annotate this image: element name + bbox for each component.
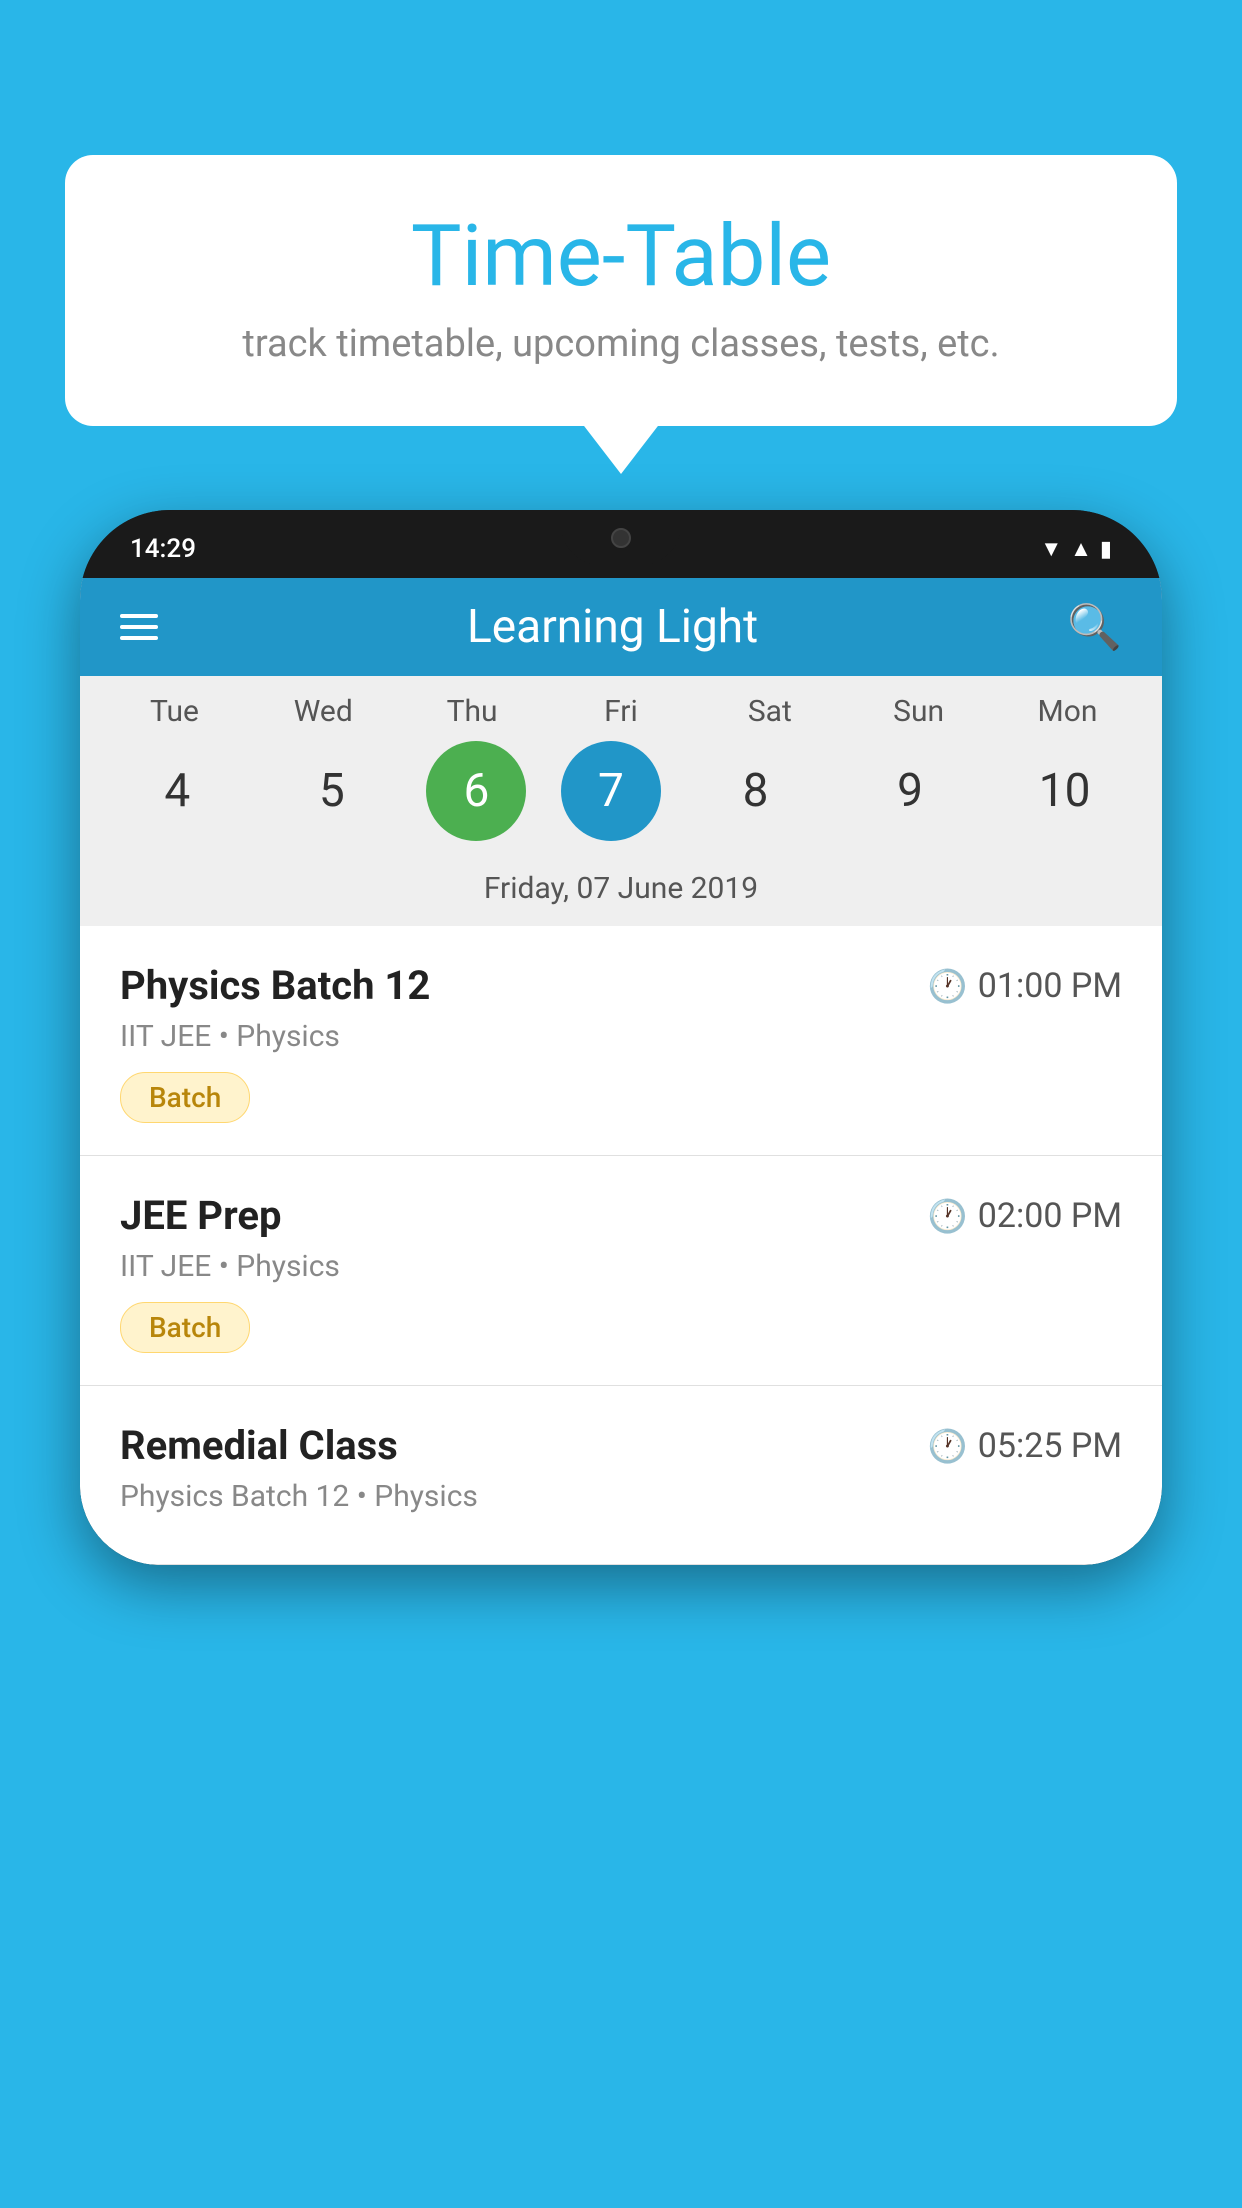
- day-4[interactable]: 4: [117, 741, 237, 841]
- phone-frame: 14:29 ▼ ▲ ▮ Learning Ligh: [80, 510, 1162, 1565]
- app-header: Learning Light 🔍: [80, 578, 1162, 676]
- class-time-value-1: 01:00 PM: [978, 966, 1122, 1006]
- class-time-3: 🕐 05:25 PM: [928, 1426, 1122, 1466]
- batch-badge-1: Batch: [120, 1072, 250, 1123]
- speech-bubble-subtitle: track timetable, upcoming classes, tests…: [125, 322, 1117, 366]
- phone-container: 14:29 ▼ ▲ ▮ Learning Ligh: [80, 510, 1162, 2208]
- class-item-jee-prep[interactable]: JEE Prep 🕐 02:00 PM IIT JEE • Physics Ba…: [80, 1156, 1162, 1386]
- class-item-remedial[interactable]: Remedial Class 🕐 05:25 PM Physics Batch …: [80, 1386, 1162, 1565]
- day-header-mon: Mon: [1007, 694, 1127, 729]
- class-name-2: JEE Prep: [120, 1192, 281, 1239]
- hamburger-line-1: [120, 614, 158, 618]
- class-meta-3: Physics Batch 12 • Physics: [120, 1479, 1122, 1514]
- class-item-header-3: Remedial Class 🕐 05:25 PM: [120, 1422, 1122, 1469]
- speech-bubble-container: Time-Table track timetable, upcoming cla…: [65, 155, 1177, 426]
- day-7-selected[interactable]: 7: [561, 741, 661, 841]
- signal-icon: ▲: [1070, 536, 1092, 562]
- clock-icon-1: 🕐: [928, 967, 968, 1005]
- wifi-icon: ▼: [1040, 536, 1062, 562]
- class-list: Physics Batch 12 🕐 01:00 PM IIT JEE • Ph…: [80, 926, 1162, 1565]
- class-name-1: Physics Batch 12: [120, 962, 430, 1009]
- day-header-tue: Tue: [114, 694, 234, 729]
- day-header-wed: Wed: [263, 694, 383, 729]
- hamburger-line-2: [120, 625, 158, 629]
- class-time-1: 🕐 01:00 PM: [928, 966, 1122, 1006]
- class-item-physics-batch[interactable]: Physics Batch 12 🕐 01:00 PM IIT JEE • Ph…: [80, 926, 1162, 1156]
- day-header-fri: Fri: [561, 694, 681, 729]
- app-title: Learning Light: [467, 600, 758, 654]
- class-meta-1: IIT JEE • Physics: [120, 1019, 1122, 1054]
- class-item-header-1: Physics Batch 12 🕐 01:00 PM: [120, 962, 1122, 1009]
- speech-bubble-title: Time-Table: [125, 210, 1117, 304]
- class-meta-2: IIT JEE • Physics: [120, 1249, 1122, 1284]
- batch-badge-2: Batch: [120, 1302, 250, 1353]
- class-time-value-3: 05:25 PM: [978, 1426, 1122, 1466]
- day-9[interactable]: 9: [850, 741, 970, 841]
- day-8[interactable]: 8: [696, 741, 816, 841]
- class-time-2: 🕐 02:00 PM: [928, 1196, 1122, 1236]
- day-numbers: 4 5 6 7 8 9 10: [80, 729, 1162, 861]
- clock-icon-2: 🕐: [928, 1197, 968, 1235]
- hamburger-line-3: [120, 636, 158, 640]
- notch: [561, 510, 681, 565]
- day-header-thu: Thu: [412, 694, 532, 729]
- day-header-sat: Sat: [710, 694, 830, 729]
- front-camera: [611, 528, 631, 548]
- hamburger-menu-button[interactable]: [120, 614, 158, 640]
- class-item-header-2: JEE Prep 🕐 02:00 PM: [120, 1192, 1122, 1239]
- calendar-strip: Tue Wed Thu Fri Sat Sun Mon 4 5 6 7 8 9 …: [80, 676, 1162, 926]
- day-6-today[interactable]: 6: [426, 741, 526, 841]
- class-name-3: Remedial Class: [120, 1422, 398, 1469]
- day-10[interactable]: 10: [1005, 741, 1125, 841]
- battery-icon: ▮: [1100, 537, 1112, 562]
- class-time-value-2: 02:00 PM: [978, 1196, 1122, 1236]
- status-time: 14:29: [130, 534, 196, 564]
- speech-bubble: Time-Table track timetable, upcoming cla…: [65, 155, 1177, 426]
- clock-icon-3: 🕐: [928, 1427, 968, 1465]
- status-icons: ▼ ▲ ▮: [1040, 536, 1112, 562]
- app-content: Learning Light 🔍 Tue Wed Thu Fri Sat Sun…: [80, 578, 1162, 1565]
- status-bar-area: 14:29 ▼ ▲ ▮: [80, 510, 1162, 578]
- search-icon[interactable]: 🔍: [1067, 601, 1122, 653]
- day-header-sun: Sun: [859, 694, 979, 729]
- selected-date-label: Friday, 07 June 2019: [80, 861, 1162, 926]
- day-headers: Tue Wed Thu Fri Sat Sun Mon: [80, 694, 1162, 729]
- day-5[interactable]: 5: [272, 741, 392, 841]
